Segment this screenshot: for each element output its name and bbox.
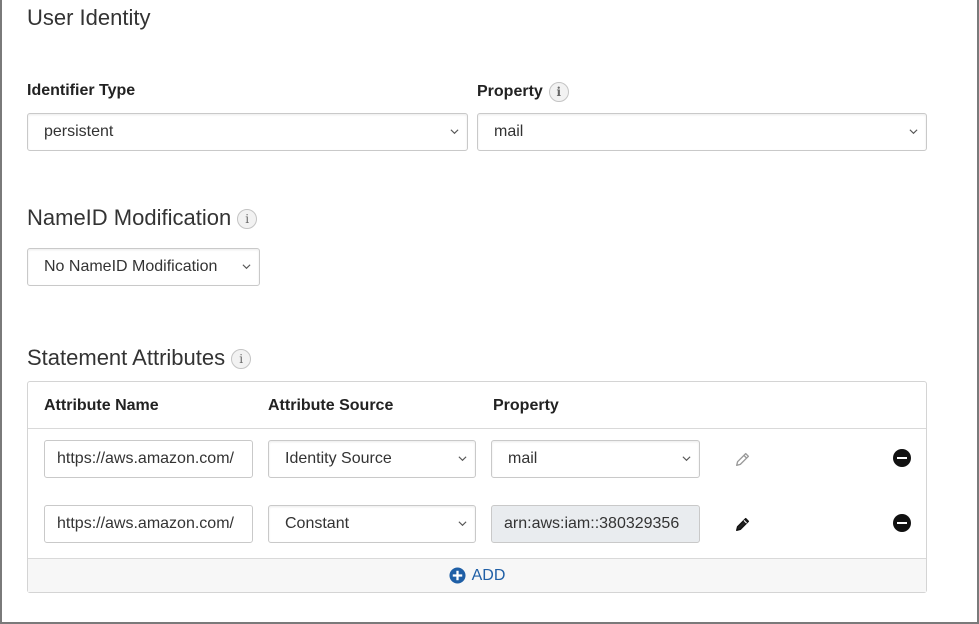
- info-icon[interactable]: i: [548, 82, 569, 102]
- section-title-statement-attributes: Statement Attributes: [27, 345, 226, 370]
- attribute-name-input[interactable]: https://aws.amazon.com/: [44, 505, 253, 543]
- column-header-attribute-name: Attribute Name: [44, 397, 159, 414]
- chevron-down-icon: [450, 129, 459, 135]
- chevron-down-icon: [242, 264, 251, 270]
- chevron-down-icon: [458, 456, 467, 462]
- minus-circle-icon[interactable]: [893, 514, 911, 532]
- nameid-modification-select[interactable]: No NameID Modification: [27, 248, 260, 286]
- attribute-source-value: Constant: [285, 515, 350, 532]
- column-header-property: Property: [493, 397, 559, 414]
- attribute-source-select[interactable]: Identity Source: [268, 440, 476, 478]
- chevron-down-icon: [682, 456, 691, 462]
- attribute-constant-input[interactable]: arn:aws:iam::380329356: [491, 505, 700, 543]
- minus-circle-icon[interactable]: [893, 449, 911, 467]
- identifier-type-value: persistent: [44, 123, 114, 140]
- chevron-down-icon: [458, 521, 467, 527]
- section-title-user-identity: User Identity: [27, 5, 151, 30]
- plus-circle-icon: [449, 567, 466, 584]
- statement-attributes-table: Attribute Name Attribute Source Property…: [27, 381, 927, 593]
- property-label-wrap: Property i: [477, 82, 569, 102]
- column-header-attribute-source: Attribute Source: [268, 397, 394, 414]
- section-title-statement-wrap: Statement Attributes i: [27, 345, 252, 371]
- pencil-icon[interactable]: [734, 515, 752, 533]
- chevron-down-icon: [909, 129, 918, 135]
- property-select[interactable]: mail: [477, 113, 927, 151]
- info-icon[interactable]: i: [231, 349, 252, 370]
- attribute-name-value: https://aws.amazon.com/: [57, 450, 234, 467]
- attribute-constant-value: arn:aws:iam::380329356: [504, 515, 680, 532]
- header-divider: [28, 428, 926, 429]
- nameid-modification-value: No NameID Modification: [44, 258, 218, 275]
- property-label: Property: [477, 83, 543, 101]
- attribute-property-select[interactable]: mail: [491, 440, 700, 478]
- attribute-property-value: mail: [508, 450, 538, 467]
- section-title-nameid-wrap: NameID Modification i: [27, 205, 258, 231]
- property-value: mail: [494, 123, 524, 140]
- section-title-nameid: NameID Modification: [27, 205, 232, 230]
- add-label: ADD: [471, 566, 506, 584]
- identifier-type-select[interactable]: persistent: [27, 113, 468, 151]
- attribute-source-value: Identity Source: [285, 450, 392, 467]
- table-footer: ADD: [28, 558, 926, 592]
- attribute-name-input[interactable]: https://aws.amazon.com/: [44, 440, 253, 478]
- pencil-icon[interactable]: [734, 450, 752, 468]
- attribute-name-value: https://aws.amazon.com/: [57, 515, 234, 532]
- info-icon[interactable]: i: [237, 209, 258, 230]
- attribute-source-select[interactable]: Constant: [268, 505, 476, 543]
- add-attribute-button[interactable]: ADD: [449, 566, 506, 585]
- identifier-type-label: Identifier Type: [27, 82, 136, 99]
